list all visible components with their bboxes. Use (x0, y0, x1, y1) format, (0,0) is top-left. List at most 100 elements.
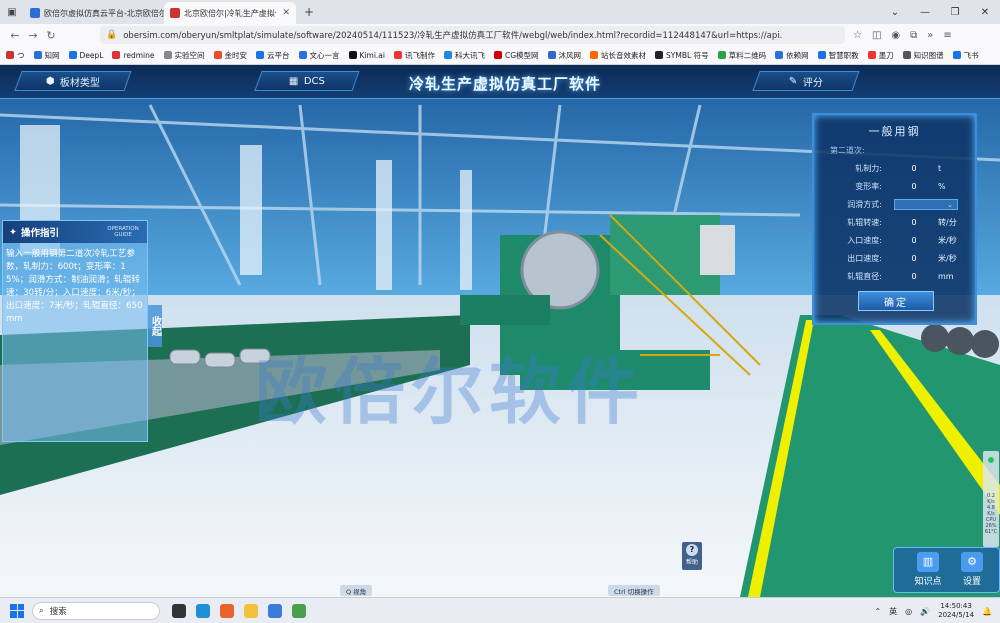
bookmark-label: 草料二维码 (728, 50, 767, 60)
chevron-up-icon[interactable]: ⌃ (874, 607, 881, 616)
app-icon[interactable] (172, 603, 186, 618)
bookmark-item[interactable]: 沐风网 (547, 50, 581, 61)
guide-header: ✦ 操作指引 OPERATION GUIDE (3, 221, 147, 243)
settings-button[interactable]: ⚙ 设置 (952, 552, 992, 587)
settings-label: 设置 (962, 577, 981, 587)
bookmark-label: 科大讯飞 (454, 50, 485, 60)
bookmark-star-icon[interactable]: ☆ (853, 30, 862, 41)
window-controls: ⌄ — ❐ ✕ (880, 0, 1000, 24)
overflow-icon[interactable]: » (927, 30, 933, 41)
score-label: 评分 (802, 77, 823, 89)
minimize-icon[interactable]: — (910, 7, 940, 18)
bookmark-item[interactable]: 知识图谱 (902, 50, 944, 61)
bookmark-item[interactable]: 云平台 (256, 50, 290, 61)
app-icon[interactable] (268, 603, 282, 618)
parameter-panel: 一般用钢 第二道次: 轧制力: 0 t 变形率: 0 % 润滑方式: ⌄ 轧辊转… (812, 113, 977, 325)
bookmark-item[interactable]: redmine (112, 50, 155, 60)
exit-speed-input[interactable]: 0 (894, 254, 934, 263)
ime-label[interactable]: 英 (889, 606, 897, 617)
bookmark-item[interactable]: CG模型网 (493, 50, 539, 61)
bookmark-favicon-icon (817, 51, 826, 59)
bookmark-item[interactable]: 墨刀 (867, 50, 894, 61)
taskbar-search[interactable]: ⌕ 搜索 (32, 601, 160, 620)
help-button[interactable]: ? 帮助 (682, 542, 702, 570)
bookmark-item[interactable]: 草料二维码 (717, 50, 767, 61)
bookmark-favicon-icon (33, 51, 42, 59)
bookmark-item[interactable]: SYMBL 符号 (655, 50, 709, 61)
windows-start-icon[interactable] (10, 603, 24, 618)
collapse-guide-button[interactable]: 收起 (148, 305, 162, 347)
bookmark-item[interactable]: 讯飞制作 (393, 50, 435, 61)
bookmark-favicon-icon (717, 51, 726, 59)
dcs-label: DCS (303, 75, 325, 87)
bookmark-favicon-icon (547, 51, 556, 59)
bookmark-item[interactable]: DeepL (68, 51, 103, 60)
browser-tab-active[interactable]: 北京欧倍尔|冷轧生产虚拟仿真... ✕ (164, 2, 296, 24)
param-row-exit-speed: 出口速度: 0 米/秒 (820, 251, 972, 266)
param-row-lubrication: 润滑方式: ⌄ (820, 197, 972, 212)
simulation-viewport[interactable]: 欧倍尔软件 ⬢ 板材类型 ▦ DCS 冷轧生产虚拟仿真工厂软件 ✎ 评分 ✦ 操… (0, 65, 1000, 597)
forward-icon[interactable]: → (24, 29, 42, 42)
tab-list-icon[interactable]: ▣ (0, 7, 24, 18)
dcs-button[interactable]: ▦ DCS (254, 71, 360, 91)
edge-icon[interactable] (196, 603, 210, 618)
back-icon[interactable]: ← (6, 29, 24, 42)
bookmark-item[interactable]: Kimi.ai (348, 51, 385, 60)
grid-icon: ▦ (289, 75, 299, 87)
reload-icon[interactable]: ↻ (42, 29, 60, 42)
bookmark-item[interactable]: 站长音效素材 (590, 50, 646, 61)
score-button[interactable]: ✎ 评分 (752, 71, 860, 91)
bookmark-item[interactable]: つ (6, 50, 25, 61)
confirm-button[interactable]: 确定 (858, 291, 934, 311)
site-favicon-icon (30, 8, 40, 18)
rolling-force-input[interactable]: 0 (894, 164, 934, 173)
menu-icon[interactable]: ≡ (943, 30, 951, 41)
bookmark-favicon-icon (775, 51, 784, 59)
bookmark-item[interactable]: 科大讯飞 (443, 50, 485, 61)
entry-speed-input[interactable]: 0 (894, 236, 934, 245)
status-dot-icon (988, 457, 994, 463)
restore-icon[interactable]: ❐ (940, 7, 970, 18)
extensions-icon[interactable]: ⧉ (910, 30, 917, 41)
browser-navbar: ← → ↻ 🔒 obersim.com/oberyun/smltplat/sim… (0, 24, 1000, 46)
switch-hint: Ctrl 切换操作 (608, 585, 660, 596)
clock[interactable]: 14:50:43 2024/5/14 (938, 602, 974, 620)
bookmark-item[interactable]: 飞书 (952, 50, 979, 61)
firefox-icon[interactable] (220, 603, 234, 618)
folder-icon[interactable] (244, 603, 258, 618)
bookmark-item[interactable]: 金时安 (213, 50, 247, 61)
bookmark-item[interactable]: 实验空间 (163, 50, 205, 61)
tab-title: 北京欧倍尔|冷轧生产虚拟仿真... (184, 8, 276, 18)
bookmark-item[interactable]: 文心一言 (298, 50, 340, 61)
list-all-tabs-icon[interactable]: ⌄ (880, 7, 910, 18)
network-icon[interactable]: ◎ (905, 607, 912, 616)
roll-diameter-input[interactable]: 0 (894, 272, 934, 281)
bookmark-item[interactable]: 知网 (33, 50, 60, 61)
address-bar[interactable]: 🔒 obersim.com/oberyun/smltplat/simulate/… (100, 26, 845, 44)
gear-icon: ⚙ (961, 552, 983, 572)
bookmark-label: redmine (123, 50, 155, 60)
close-window-icon[interactable]: ✕ (970, 7, 1000, 18)
book-icon: ▥ (917, 552, 939, 572)
account-icon[interactable]: ◉ (891, 30, 900, 41)
roll-speed-input[interactable]: 0 (894, 218, 934, 227)
help-label: 帮助 (685, 559, 698, 566)
browser-tab[interactable]: 欧倍尔虚拟仿真云平台-北京欧倍尔 (24, 2, 164, 24)
new-tab-button[interactable]: + (304, 5, 314, 19)
knowledge-button[interactable]: ▥ 知识点 (908, 552, 948, 587)
lubrication-select[interactable]: ⌄ (894, 199, 958, 210)
taskbar-apps (172, 603, 306, 618)
close-tab-icon[interactable]: ✕ (282, 8, 290, 18)
bookmark-item[interactable]: 智慧职教 (817, 50, 859, 61)
volume-icon[interactable]: 🔊 (920, 607, 930, 616)
app-icon[interactable] (292, 603, 306, 618)
bookmark-item[interactable]: 依赖网 (775, 50, 809, 61)
notification-icon[interactable]: 🔔 (982, 607, 992, 616)
bookmark-favicon-icon (493, 51, 502, 59)
pocket-icon[interactable]: ◫ (872, 30, 881, 41)
plate-type-button[interactable]: ⬢ 板材类型 (14, 71, 132, 91)
param-label: 润滑方式: (847, 200, 882, 209)
deformation-input[interactable]: 0 (894, 182, 934, 191)
param-row-entry-speed: 入口速度: 0 米/秒 (820, 233, 972, 248)
param-unit: 米/秒 (938, 236, 957, 245)
